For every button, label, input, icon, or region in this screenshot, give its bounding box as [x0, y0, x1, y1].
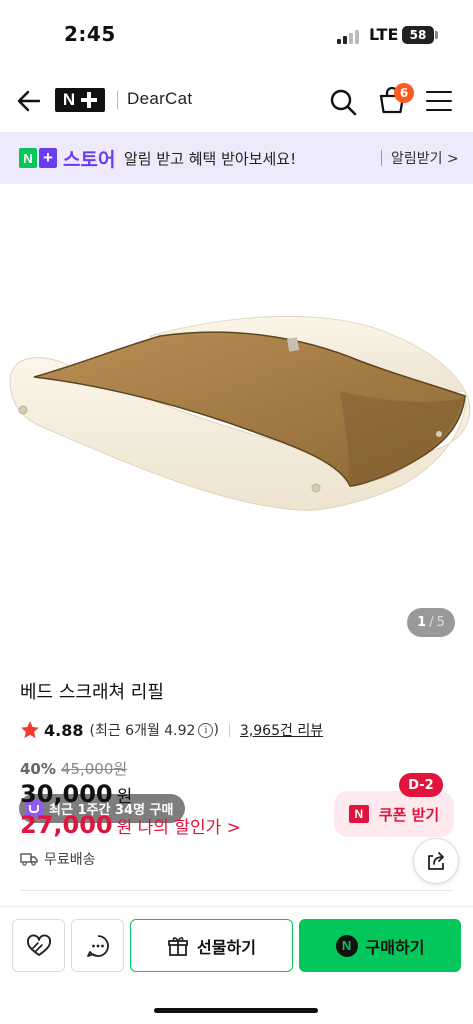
original-price: 45,000원	[60, 760, 128, 778]
coupon-label: 쿠폰 받기	[378, 805, 440, 824]
notification-subscribe-link[interactable]: 알림받기 >	[391, 148, 459, 168]
gift-button[interactable]: 선물하기	[130, 919, 293, 972]
brand-divider	[117, 91, 118, 109]
app-header: N DearCat 6	[0, 70, 473, 132]
gift-icon	[168, 936, 188, 956]
search-icon[interactable]	[328, 87, 358, 117]
status-time: 2:45	[64, 22, 116, 46]
battery-icon: 58	[402, 26, 434, 44]
share-icon	[428, 852, 444, 870]
banner-logo-letter: N	[19, 148, 37, 168]
back-arrow-icon[interactable]	[14, 86, 44, 116]
banner-divider	[381, 150, 382, 166]
chat-button[interactable]	[71, 919, 124, 972]
page-separator: /	[429, 615, 434, 630]
sale-price: 30,000 원	[20, 780, 132, 808]
home-indicator	[154, 1008, 318, 1013]
my-price-value: 27,000	[20, 811, 113, 839]
rating-score: 4.88	[44, 720, 84, 740]
coupon-button[interactable]: N 쿠폰 받기	[334, 791, 454, 837]
brand-name[interactable]: DearCat	[127, 89, 192, 109]
info-icon[interactable]: i	[198, 722, 214, 738]
my-discount-price[interactable]: 27,000 원 나의 할인가 >	[20, 811, 241, 839]
coupon-deadline-badge: D-2	[399, 773, 443, 797]
menu-icon[interactable]	[426, 90, 452, 112]
chat-icon	[86, 934, 109, 957]
banner-text: 알림 받고 혜택 받아보세요!	[124, 150, 297, 168]
original-price-row: 40% 45,000원	[20, 758, 127, 779]
shipping-info: 무료배송	[20, 849, 96, 869]
truck-icon	[20, 853, 38, 866]
plus-icon	[81, 92, 98, 108]
product-title: 베드 스크래쳐 리필	[20, 682, 164, 703]
shipping-text: 무료배송	[44, 852, 96, 868]
star-icon	[21, 721, 39, 739]
image-page-indicator: 1 / 5	[407, 608, 455, 637]
naver-plus-store-logo: N +	[19, 148, 57, 168]
banner-plus-icon: +	[39, 148, 57, 168]
share-button[interactable]	[413, 838, 459, 884]
cart-count-badge: 6	[394, 83, 414, 103]
coupon-logo-icon: N	[348, 805, 369, 823]
my-price-label: 원 나의 할인가 >	[116, 818, 241, 838]
buy-label: 구매하기	[365, 937, 425, 957]
sale-price-value: 30,000	[20, 780, 113, 808]
review-link[interactable]: 3,965건 리뷰	[240, 720, 323, 740]
naver-pay-icon: N	[335, 934, 358, 957]
heart-icon	[26, 933, 51, 956]
recent-rating: (최근 6개월 4.92	[89, 723, 196, 739]
section-divider	[20, 890, 453, 891]
wishlist-button[interactable]	[12, 919, 65, 972]
sale-price-unit: 원	[116, 787, 133, 807]
status-bar: 2:45 LTE 58	[0, 0, 473, 70]
gift-label: 선물하기	[197, 937, 256, 957]
logo-letter: N	[62, 90, 76, 109]
buy-button[interactable]: N 구매하기	[299, 919, 461, 972]
discount-rate: 40%	[20, 760, 56, 778]
rating-row: 4.88 (최근 6개월 4.92 i ) 3,965건 리뷰	[20, 718, 323, 742]
current-page: 1	[417, 615, 427, 630]
banner-store-label: 스토어	[63, 149, 116, 171]
network-label: LTE	[369, 25, 399, 44]
product-image[interactable]: 최근 1주간 34명 구매 1 / 5	[0, 186, 473, 823]
scratcher-bed-illustration	[9, 315, 471, 511]
bottom-action-bar: 선물하기 N 구매하기	[0, 906, 473, 1024]
rating-divider	[228, 723, 230, 737]
naver-plus-logo[interactable]: N	[55, 88, 105, 112]
total-pages: 5	[436, 615, 445, 630]
notification-banner[interactable]: N + 스토어 알림 받고 혜택 받아보세요! 알림받기 >	[0, 132, 473, 184]
signal-icon	[337, 28, 361, 44]
battery-cap	[435, 31, 438, 39]
recent-rating-close: )	[213, 722, 219, 738]
